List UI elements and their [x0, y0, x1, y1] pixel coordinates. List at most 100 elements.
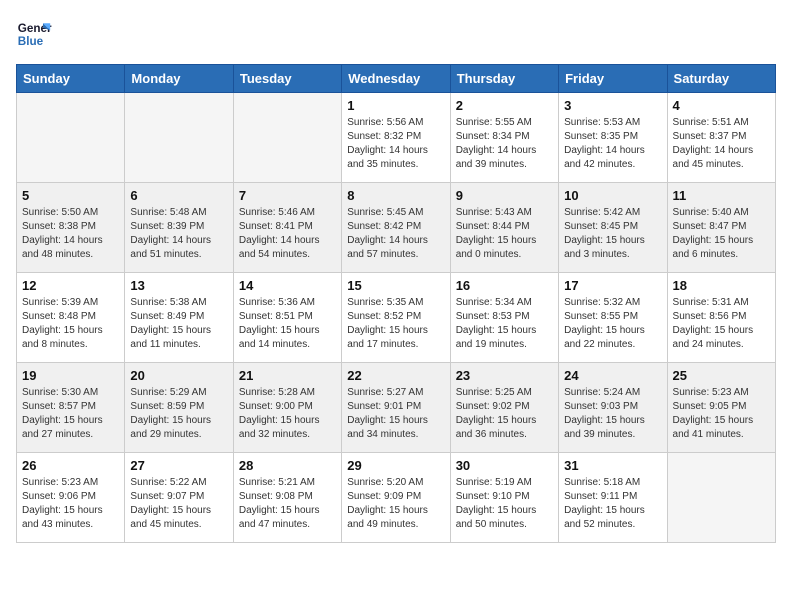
day-number: 14 [239, 278, 336, 293]
day-info: Sunrise: 5:28 AM Sunset: 9:00 PM Dayligh… [239, 386, 336, 442]
day-number: 4 [673, 98, 770, 113]
logo: General Blue [16, 16, 52, 52]
calendar-cell: 27Sunrise: 5:22 AM Sunset: 9:07 PM Dayli… [125, 453, 233, 543]
day-number: 16 [456, 278, 553, 293]
day-info: Sunrise: 5:30 AM Sunset: 8:57 PM Dayligh… [22, 386, 119, 442]
calendar-cell: 9 Sunrise: 5:43 AM Sunset: 8:44 PM Daylig… [450, 183, 558, 273]
day-number: 19 [22, 368, 119, 383]
calendar-cell: 26 Sunrise: 5:23 AM Sunset: 9:06 PM Dayli… [17, 453, 125, 543]
day-info: Sunrise: 5:29 AM Sunset: 8:59 PM Dayligh… [130, 386, 227, 442]
day-info: Sunrise: 5:38 AM Sunset: 8:49 PM Dayligh… [130, 296, 227, 352]
calendar-cell: 25 Sunrise: 5:23 AM Sunset: 9:05 PM Dayli… [667, 363, 775, 453]
calendar-cell [667, 453, 775, 543]
day-info: Sunrise: 5:45 AM Sunset: 8:42 PM Dayligh… [347, 206, 444, 262]
week-row: 26 Sunrise: 5:23 AM Sunset: 9:06 PM Dayli… [17, 453, 776, 543]
day-info: Sunrise: 5:36 AM Sunset: 8:51 PM Dayligh… [239, 296, 336, 352]
day-info: Sunrise: 5:34 AM Sunset: 8:53 PM Dayligh… [456, 296, 553, 352]
header-friday: Friday [559, 65, 667, 93]
day-info: Sunrise: 5:18 AM Sunset: 9:11 PM Dayligh… [564, 476, 661, 532]
day-info: Sunrise: 5:40 AM Sunset: 8:47 PM Dayligh… [673, 206, 770, 262]
week-row: 19 Sunrise: 5:30 AM Sunset: 8:57 PM Dayli… [17, 363, 776, 453]
day-info: Sunrise: 5:48 AM Sunset: 8:39 PM Dayligh… [130, 206, 227, 262]
day-number: 20 [130, 368, 227, 383]
header-row: SundayMondayTuesdayWednesdayThursdayFrid… [17, 65, 776, 93]
day-number: 13 [130, 278, 227, 293]
week-row: 5 Sunrise: 5:50 AM Sunset: 8:38 PM Daylig… [17, 183, 776, 273]
calendar-cell: 2 Sunrise: 5:55 AM Sunset: 8:34 PM Daylig… [450, 93, 558, 183]
day-number: 28 [239, 458, 336, 473]
calendar-cell: 6 Sunrise: 5:48 AM Sunset: 8:39 PM Daylig… [125, 183, 233, 273]
day-info: Sunrise: 5:21 AM Sunset: 9:08 PM Dayligh… [239, 476, 336, 532]
day-number: 25 [673, 368, 770, 383]
calendar-cell: 30 Sunrise: 5:19 AM Sunset: 9:10 PM Dayli… [450, 453, 558, 543]
day-number: 11 [673, 188, 770, 203]
day-number: 2 [456, 98, 553, 113]
day-info: Sunrise: 5:53 AM Sunset: 8:35 PM Dayligh… [564, 116, 661, 172]
day-info: Sunrise: 5:27 AM Sunset: 9:01 PM Dayligh… [347, 386, 444, 442]
day-number: 5 [22, 188, 119, 203]
day-number: 1 [347, 98, 444, 113]
calendar-cell: 15Sunrise: 5:35 AM Sunset: 8:52 PM Dayli… [342, 273, 450, 363]
day-number: 22 [347, 368, 444, 383]
day-info: Sunrise: 5:46 AM Sunset: 8:41 PM Dayligh… [239, 206, 336, 262]
calendar-cell: 28 Sunrise: 5:21 AM Sunset: 9:08 PM Dayli… [233, 453, 341, 543]
day-number: 31 [564, 458, 661, 473]
day-info: Sunrise: 5:23 AM Sunset: 9:05 PM Dayligh… [673, 386, 770, 442]
header-monday: Monday [125, 65, 233, 93]
logo-icon: General Blue [16, 16, 52, 52]
calendar-cell: 29Sunrise: 5:20 AM Sunset: 9:09 PM Dayli… [342, 453, 450, 543]
calendar-cell: 20 Sunrise: 5:29 AM Sunset: 8:59 PM Dayli… [125, 363, 233, 453]
day-info: Sunrise: 5:31 AM Sunset: 8:56 PM Dayligh… [673, 296, 770, 352]
day-info: Sunrise: 5:19 AM Sunset: 9:10 PM Dayligh… [456, 476, 553, 532]
svg-text:Blue: Blue [18, 35, 44, 48]
week-row: 12Sunrise: 5:39 AM Sunset: 8:48 PM Dayli… [17, 273, 776, 363]
day-info: Sunrise: 5:35 AM Sunset: 8:52 PM Dayligh… [347, 296, 444, 352]
day-number: 8 [347, 188, 444, 203]
day-info: Sunrise: 5:42 AM Sunset: 8:45 PM Dayligh… [564, 206, 661, 262]
week-row: 1Sunrise: 5:56 AM Sunset: 8:32 PM Daylig… [17, 93, 776, 183]
calendar-table: SundayMondayTuesdayWednesdayThursdayFrid… [16, 64, 776, 543]
day-number: 23 [456, 368, 553, 383]
calendar-cell: 7Sunrise: 5:46 AM Sunset: 8:41 PM Daylig… [233, 183, 341, 273]
calendar-cell: 10 Sunrise: 5:42 AM Sunset: 8:45 PM Dayli… [559, 183, 667, 273]
calendar-cell: 5 Sunrise: 5:50 AM Sunset: 8:38 PM Daylig… [17, 183, 125, 273]
header-wednesday: Wednesday [342, 65, 450, 93]
header-tuesday: Tuesday [233, 65, 341, 93]
calendar-cell: 17 Sunrise: 5:32 AM Sunset: 8:55 PM Dayli… [559, 273, 667, 363]
day-number: 17 [564, 278, 661, 293]
day-number: 9 [456, 188, 553, 203]
calendar-cell: 16 Sunrise: 5:34 AM Sunset: 8:53 PM Dayli… [450, 273, 558, 363]
calendar-cell: 3 Sunrise: 5:53 AM Sunset: 8:35 PM Daylig… [559, 93, 667, 183]
calendar-cell: 18 Sunrise: 5:31 AM Sunset: 8:56 PM Dayli… [667, 273, 775, 363]
day-info: Sunrise: 5:39 AM Sunset: 8:48 PM Dayligh… [22, 296, 119, 352]
day-number: 26 [22, 458, 119, 473]
calendar-cell: 19 Sunrise: 5:30 AM Sunset: 8:57 PM Dayli… [17, 363, 125, 453]
header-saturday: Saturday [667, 65, 775, 93]
calendar-cell [233, 93, 341, 183]
day-info: Sunrise: 5:22 AM Sunset: 9:07 PM Dayligh… [130, 476, 227, 532]
calendar-cell [125, 93, 233, 183]
day-number: 29 [347, 458, 444, 473]
day-info: Sunrise: 5:43 AM Sunset: 8:44 PM Dayligh… [456, 206, 553, 262]
day-number: 30 [456, 458, 553, 473]
day-info: Sunrise: 5:51 AM Sunset: 8:37 PM Dayligh… [673, 116, 770, 172]
day-number: 3 [564, 98, 661, 113]
calendar-cell: 13 Sunrise: 5:38 AM Sunset: 8:49 PM Dayli… [125, 273, 233, 363]
day-info: Sunrise: 5:55 AM Sunset: 8:34 PM Dayligh… [456, 116, 553, 172]
day-info: Sunrise: 5:25 AM Sunset: 9:02 PM Dayligh… [456, 386, 553, 442]
day-number: 6 [130, 188, 227, 203]
calendar-cell: 1Sunrise: 5:56 AM Sunset: 8:32 PM Daylig… [342, 93, 450, 183]
header-sunday: Sunday [17, 65, 125, 93]
calendar-cell: 11 Sunrise: 5:40 AM Sunset: 8:47 PM Dayli… [667, 183, 775, 273]
day-number: 18 [673, 278, 770, 293]
calendar-cell: 4 Sunrise: 5:51 AM Sunset: 8:37 PM Daylig… [667, 93, 775, 183]
calendar-cell [17, 93, 125, 183]
day-number: 21 [239, 368, 336, 383]
calendar-cell: 8 Sunrise: 5:45 AM Sunset: 8:42 PM Daylig… [342, 183, 450, 273]
day-number: 24 [564, 368, 661, 383]
day-number: 10 [564, 188, 661, 203]
day-info: Sunrise: 5:32 AM Sunset: 8:55 PM Dayligh… [564, 296, 661, 352]
calendar-cell: 21 Sunrise: 5:28 AM Sunset: 9:00 PM Dayli… [233, 363, 341, 453]
day-info: Sunrise: 5:23 AM Sunset: 9:06 PM Dayligh… [22, 476, 119, 532]
day-info: Sunrise: 5:50 AM Sunset: 8:38 PM Dayligh… [22, 206, 119, 262]
